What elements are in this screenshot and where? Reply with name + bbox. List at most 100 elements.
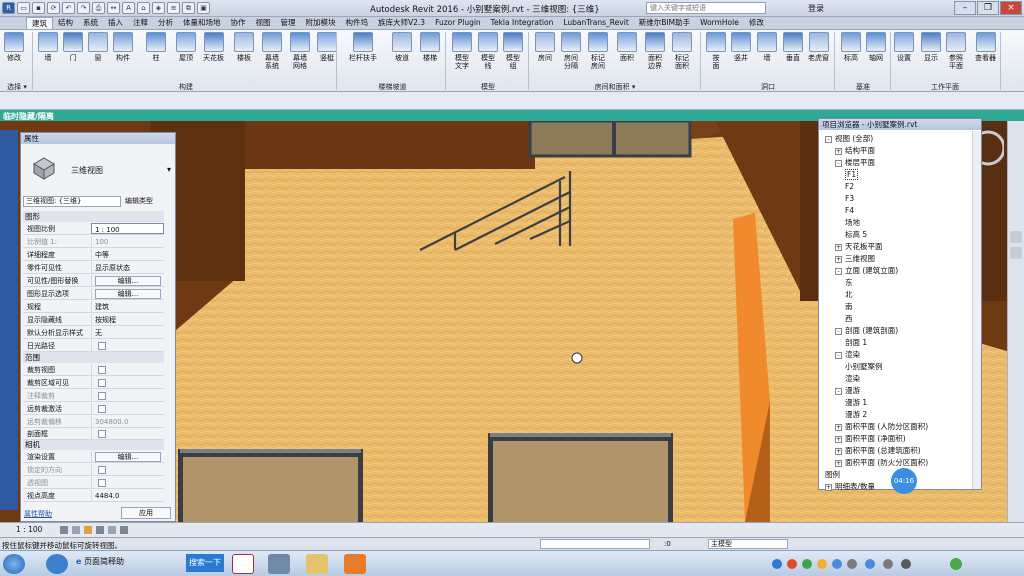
browser-tree-node[interactable]: F2: [845, 181, 854, 192]
ribbon-button-28[interactable]: 老虎窗: [808, 32, 829, 62]
browser-tree-node[interactable]: 东: [845, 277, 853, 288]
tab-3[interactable]: 插入: [103, 17, 128, 29]
ribbon-button-2[interactable]: 门: [63, 32, 83, 62]
property-value[interactable]: 304800.0: [91, 416, 164, 427]
property-value[interactable]: 按规程: [91, 314, 164, 325]
ribbon-button-9[interactable]: 幕墙 系统: [262, 32, 282, 70]
collapse-icon[interactable]: -: [835, 387, 842, 395]
property-checkbox[interactable]: [98, 379, 106, 387]
property-value[interactable]: 建筑: [91, 301, 164, 312]
browser-tree-node[interactable]: - 视图 (全部): [825, 133, 873, 144]
browser-tree-node[interactable]: - 渲染: [835, 349, 860, 360]
ribbon-button-23[interactable]: 标记 面积: [672, 32, 692, 70]
ribbon-button-32[interactable]: 显示: [921, 32, 941, 62]
property-value[interactable]: 4484.0: [91, 490, 164, 501]
tab-12[interactable]: 族库大师V2.3: [373, 17, 430, 29]
browser-tree-node[interactable]: F4: [845, 205, 854, 216]
ribbon-button-12[interactable]: 栏杆扶手: [349, 32, 377, 62]
ribbon-button-11[interactable]: 竖梃: [317, 32, 337, 62]
properties-section-header[interactable]: 相机: [23, 439, 164, 450]
property-value[interactable]: 显示原状态: [91, 262, 164, 273]
ribbon-button-1[interactable]: 墙: [38, 32, 58, 62]
browser-tree-node[interactable]: + 面积平面 (防火分区面积): [835, 457, 928, 468]
property-checkbox[interactable]: [98, 392, 106, 400]
ribbon-button-26[interactable]: 墙: [757, 32, 777, 62]
3d-view-icon[interactable]: ⌂: [137, 2, 150, 14]
browser-tree-node[interactable]: + 面积平面 (人防分区面积): [835, 421, 928, 432]
ribbon-button-34[interactable]: 查看器: [975, 32, 996, 62]
tab-8[interactable]: 视图: [251, 17, 276, 29]
property-value[interactable]: 100: [91, 236, 164, 247]
tab-6[interactable]: 体量和场地: [178, 17, 226, 29]
browser-tree-node[interactable]: - 剖面 (建筑剖面): [835, 325, 898, 336]
edit-type-button[interactable]: 编辑类型: [125, 196, 153, 206]
properties-section-header[interactable]: 范围: [23, 352, 164, 363]
ribbon-button-7[interactable]: 天花板: [203, 32, 224, 62]
property-value[interactable]: 无: [91, 327, 164, 338]
browser-tree-node[interactable]: + 结构平面: [835, 145, 875, 156]
tab-15[interactable]: LubanTrans_Revit: [558, 17, 633, 29]
browser-tree-node[interactable]: + 明细表/数量: [825, 481, 875, 492]
search-button[interactable]: 搜索一下: [186, 554, 224, 572]
restore-button[interactable]: ❐: [977, 1, 999, 15]
browser-tree-node[interactable]: + 面积平面 (净面积): [835, 433, 906, 444]
ribbon-button-8[interactable]: 楼板: [234, 32, 254, 62]
browser-tree-node[interactable]: 漫游 1: [845, 397, 867, 408]
browser-tree-node[interactable]: + 天花板平面: [835, 241, 883, 252]
property-checkbox[interactable]: [98, 479, 106, 487]
property-value-cell[interactable]: 编辑...: [91, 275, 164, 286]
tab-17[interactable]: WormHole: [695, 17, 744, 29]
ribbon-button-27[interactable]: 垂直: [783, 32, 803, 62]
browser-tree-node[interactable]: 漫游 2: [845, 409, 867, 420]
expand-icon[interactable]: +: [835, 423, 842, 431]
browser-tree-node[interactable]: 剖面 1: [845, 337, 867, 348]
tab-16[interactable]: 斯维尔BIM助手: [634, 17, 695, 29]
browser-tree-node[interactable]: - 立面 (建筑立面): [835, 265, 898, 276]
tab-5[interactable]: 分析: [153, 17, 178, 29]
expand-icon[interactable]: +: [835, 147, 842, 155]
zoom-icon[interactable]: [1010, 247, 1022, 259]
property-edit-button[interactable]: 编辑...: [95, 452, 161, 462]
ribbon-button-22[interactable]: 面积 边界: [645, 32, 665, 70]
tab-1[interactable]: 结构: [53, 17, 78, 29]
ribbon-button-3[interactable]: 窗: [88, 32, 108, 62]
ribbon-button-17[interactable]: 模型 组: [503, 32, 523, 70]
property-value-cell[interactable]: [91, 377, 164, 388]
ribbon-group-label[interactable]: 洞口: [702, 82, 834, 92]
property-checkbox[interactable]: [98, 342, 106, 350]
steering-wheel-icon[interactable]: [1010, 231, 1022, 243]
app-menu-button[interactable]: R: [2, 2, 15, 14]
browser-tree-node[interactable]: 小别墅案例: [845, 361, 883, 372]
office-icon[interactable]: [232, 554, 254, 574]
tab-4[interactable]: 注释: [128, 17, 153, 29]
expand-icon[interactable]: +: [835, 435, 842, 443]
browser-tree-node[interactable]: - 漫游: [835, 385, 860, 396]
type-dropdown-icon[interactable]: ▾: [167, 165, 171, 174]
browser-tree-node[interactable]: 北: [845, 289, 853, 300]
chrome-icon[interactable]: [46, 554, 68, 574]
ribbon-group-label[interactable]: 工作平面: [890, 82, 1000, 92]
ribbon-button-29[interactable]: 标高: [841, 32, 861, 62]
minimize-button[interactable]: –: [954, 1, 976, 15]
apply-button[interactable]: 应用: [121, 507, 171, 519]
view-selector[interactable]: 三维视图: {三维}: [23, 196, 121, 207]
ribbon-group-label[interactable]: 楼梯坡道: [340, 82, 445, 92]
workset-dropdown[interactable]: [540, 539, 650, 549]
browser-tree-node[interactable]: + 三维视图: [835, 253, 875, 264]
tab-9[interactable]: 管理: [276, 17, 301, 29]
browser-task[interactable]: e 页面简释助: [76, 556, 124, 567]
collapse-icon[interactable]: -: [835, 327, 842, 335]
ribbon-button-6[interactable]: 屋顶: [176, 32, 196, 62]
ribbon-button-10[interactable]: 幕墙 网格: [290, 32, 310, 70]
expand-icon[interactable]: +: [835, 255, 842, 263]
expand-icon[interactable]: +: [825, 483, 832, 491]
sync-icon[interactable]: ⟳: [47, 2, 60, 14]
property-value-cell[interactable]: [91, 428, 164, 439]
measure-icon[interactable]: ↔: [107, 2, 120, 14]
ribbon-button-14[interactable]: 楼梯: [420, 32, 440, 62]
view-control-icons[interactable]: [60, 525, 160, 535]
ribbon-button-33[interactable]: 参照 平面: [946, 32, 966, 70]
view-scale[interactable]: 1 : 100: [16, 525, 42, 534]
print-icon[interactable]: ⎙: [92, 2, 105, 14]
collapse-icon[interactable]: -: [825, 135, 832, 143]
